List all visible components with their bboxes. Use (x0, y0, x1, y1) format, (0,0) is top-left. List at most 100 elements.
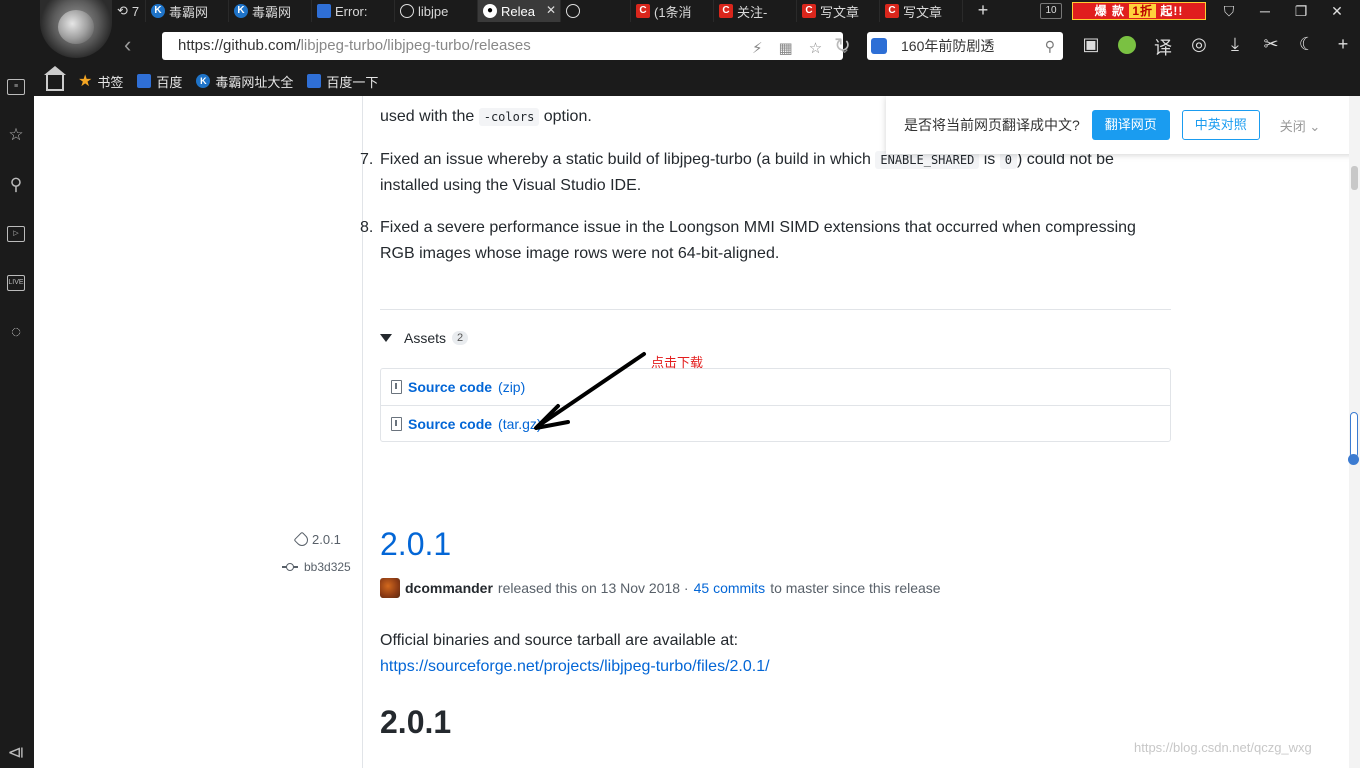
translate-button[interactable]: 翻译网页 (1091, 110, 1170, 140)
translate-prompt: 是否将当前网页翻译成中文? 翻译网页 中英对照 关闭 ⌄ (886, 96, 1360, 154)
left-sidebar: ≡ ☆ ⚲ ▷ LIVE ◌ ⧏ (0, 66, 34, 768)
news-icon[interactable]: ≡ (5, 76, 27, 98)
tab-error[interactable]: Error: (312, 0, 395, 22)
release-author[interactable]: dcommander (405, 580, 493, 596)
tag-label: 2.0.1 (312, 532, 341, 547)
asset-ext[interactable]: (zip) (498, 379, 525, 395)
wechat-icon[interactable] (1116, 34, 1138, 61)
video-icon[interactable]: ▷ (5, 223, 27, 245)
globe-icon (566, 4, 580, 18)
tab-releases[interactable]: ● Relea ✕ (478, 0, 561, 22)
qrcode-icon[interactable]: ▦ (779, 35, 793, 63)
note-text: Fixed an issue whereby a static build of… (380, 151, 876, 168)
scrollbar-thumb[interactable] (1351, 166, 1358, 190)
tab-libjpeg[interactable]: libjpe (395, 0, 478, 22)
bookmark-baidu[interactable]: 百度 (137, 72, 182, 91)
address-bar[interactable]: https://github.com/libjpeg-turbo/libjpeg… (162, 32, 851, 63)
sidebar-search-icon[interactable]: ⚲ (5, 174, 27, 196)
reload-icon[interactable]: ↻ (834, 33, 851, 58)
note-text: RGB images whose image rows were not 64-… (380, 245, 780, 262)
lightning-icon[interactable]: ⚡ (752, 35, 763, 63)
tab-csdn-2[interactable]: C 关注- (714, 0, 797, 22)
bookmarks-menu[interactable]: ★ 书签 (78, 71, 123, 91)
release-title[interactable]: 2.0.1 (380, 526, 451, 563)
bookmark-star-icon[interactable]: ☆ (809, 35, 822, 63)
tab-duba-1[interactable]: K 毒霸网 (146, 0, 229, 22)
refresh-icon: ⟲ (117, 3, 128, 18)
tab-restore[interactable]: ⟲ 7 (112, 0, 146, 22)
release-note-item-8: 8. Fixed a severe performance issue in t… (360, 215, 1180, 267)
file-zip-icon (391, 380, 402, 394)
promo-banner[interactable]: 爆 款 1折 起!! (1072, 2, 1206, 20)
sourceforge-link[interactable]: https://sourceforge.net/projects/libjpeg… (380, 654, 770, 680)
minimize-icon[interactable]: ─ (1252, 3, 1278, 19)
scroll-progress-icon[interactable] (1348, 412, 1359, 465)
image-icon[interactable]: ▣ (1080, 34, 1102, 61)
file-zip-icon (391, 416, 402, 431)
tab-duba-2[interactable]: K 毒霸网 (229, 0, 312, 22)
asset-source-zip[interactable]: Source code (zip) (381, 369, 1170, 405)
bookmark-duba[interactable]: K 毒霸网址大全 (196, 72, 293, 91)
tab-csdn-3[interactable]: C 写文章 (797, 0, 880, 22)
url-path: libjpeg-turbo/libjpeg-turbo/releases (300, 37, 531, 54)
bilingual-button[interactable]: 中英对照 (1181, 110, 1260, 140)
night-mode-icon[interactable]: ☾ (1296, 34, 1318, 61)
close-label: 关闭 (1279, 118, 1306, 134)
asset-source-targz[interactable]: Source code (tar.gz) (381, 405, 1170, 441)
search-icon[interactable]: ⚲ (1045, 32, 1055, 60)
add-icon[interactable]: + (1332, 34, 1354, 61)
tab-count-badge[interactable]: 10 (1040, 3, 1062, 19)
column-divider (362, 96, 363, 768)
globe-icon (400, 4, 414, 18)
favorites-star-icon[interactable]: ☆ (5, 124, 27, 146)
tab-blank[interactable] (561, 0, 631, 22)
close-icon[interactable]: ✕ (546, 3, 556, 17)
download-icon[interactable]: ⤓ (1224, 34, 1246, 61)
avatar[interactable] (380, 578, 400, 598)
skin-icon[interactable]: ⛉ (1216, 3, 1242, 20)
live-icon[interactable]: LIVE (5, 272, 27, 294)
k-icon: K (196, 74, 211, 88)
browser-logo[interactable] (40, 0, 112, 58)
scissors-icon[interactable]: ✂ (1260, 34, 1282, 61)
bookmark-baidu-search[interactable]: 百度一下 (307, 72, 378, 91)
tab-label: 关注- (737, 4, 768, 20)
window-controls: 10 爆 款 1折 起!! ⛉ ─ ❐ ✕ (1040, 0, 1360, 22)
chat-icon[interactable]: ◌ (5, 321, 27, 343)
tab-csdn-4[interactable]: C 写文章 (880, 0, 963, 22)
tab-label: 毒霸网 (169, 4, 209, 20)
release-commit[interactable]: bb3d325 (282, 560, 351, 574)
asset-name[interactable]: Source code (408, 379, 492, 395)
promo-right: 起!! (1160, 4, 1184, 18)
restore-icon[interactable]: ❐ (1288, 3, 1314, 20)
assets-toggle[interactable]: Assets 2 (380, 330, 469, 346)
github-icon: ● (483, 4, 497, 18)
watermark: https://blog.csdn.net/qczg_wxg (1134, 740, 1312, 755)
k-icon: K (151, 4, 165, 18)
release-tag[interactable]: 2.0.1 (293, 531, 341, 548)
close-window-icon[interactable]: ✕ (1324, 3, 1350, 20)
new-tab-button[interactable]: + (963, 0, 1003, 22)
home-button[interactable] (44, 66, 66, 91)
asset-name[interactable]: Source code (408, 416, 492, 432)
note-text: Fixed a severe performance issue in the … (380, 219, 1136, 236)
note-text: installed using the Visual Studio IDE. (380, 177, 642, 194)
commits-link[interactable]: 45 commits (694, 580, 766, 596)
tab-csdn-1[interactable]: C (1条消 (631, 0, 714, 22)
baidu-icon (307, 74, 322, 88)
toolbar-icons: ▣ 译 ◎ ⤓ ✂ ☾ + (1080, 34, 1354, 61)
caret-down-icon (380, 334, 392, 342)
tab-strip: ⟲ 7 K 毒霸网 K 毒霸网 Error: libjpe ● Relea ✕ … (112, 0, 1003, 22)
baidu-engine-icon[interactable] (871, 38, 887, 54)
back-icon[interactable]: ‹ (124, 34, 131, 56)
collapse-sidebar-icon[interactable]: ⧏ (5, 742, 27, 764)
translate-icon[interactable]: 译 (1152, 34, 1174, 61)
gamepad-icon[interactable]: ◎ (1188, 34, 1210, 61)
close-translate-button[interactable]: 关闭 ⌄ (1280, 116, 1321, 135)
error-page-icon (317, 4, 331, 18)
list-number: 7. (360, 151, 374, 168)
commit-icon (282, 562, 298, 572)
search-input[interactable]: 160年前防剧透 ⚲ (867, 32, 1063, 60)
bookmark-label: 百度 (156, 74, 183, 90)
tab-label: 写文章 (903, 4, 943, 20)
